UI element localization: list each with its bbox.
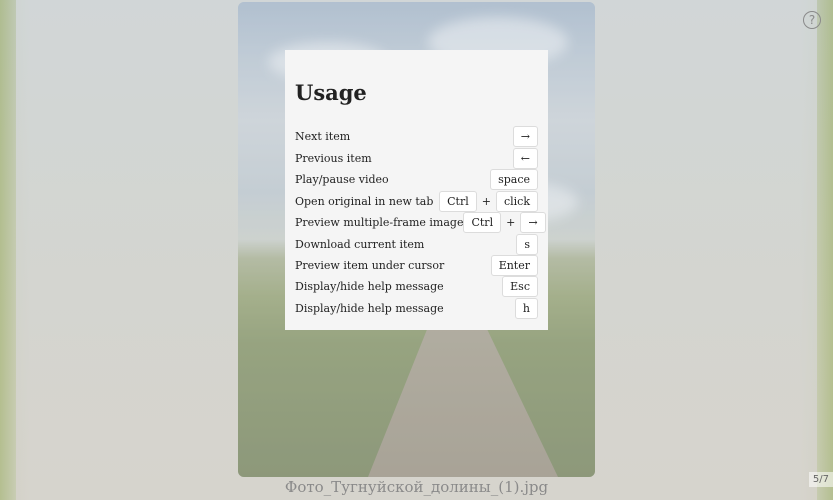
plus-sign: + [481, 195, 491, 208]
help-row-keys: space [490, 169, 538, 190]
help-row-description: Display/hide help message [295, 302, 444, 315]
keyboard-key: s [516, 234, 538, 255]
help-row: Next item → [295, 126, 538, 147]
help-row-keys: Enter [490, 255, 538, 276]
photo-caption: Фото_Тугнуйской_долины_(1).jpg [284, 478, 549, 496]
help-row-description: Preview item under cursor [295, 259, 445, 272]
keyboard-key: Ctrl [463, 212, 502, 233]
keyboard-key: Esc [502, 276, 538, 297]
question-circle-icon[interactable]: ? [803, 11, 821, 29]
help-row-description: Play/pause video [295, 173, 389, 186]
help-row-description: Open original in new tab [295, 195, 434, 208]
help-row: Preview item under cursor Enter [295, 255, 538, 276]
help-row: Display/hide help message Esc [295, 276, 538, 297]
help-row-keys: Ctrl + click [439, 191, 538, 212]
help-row-description: Display/hide help message [295, 280, 444, 293]
help-row: Play/pause video space [295, 169, 538, 190]
keyboard-key: → [512, 126, 538, 147]
help-row: Open original in new tab Ctrl + click [295, 191, 538, 212]
help-row-keys: ← [512, 148, 538, 169]
help-row-keys: Esc [502, 276, 538, 297]
help-row: Previous item ← [295, 148, 538, 169]
keyboard-key: ← [512, 148, 538, 169]
help-row-description: Previous item [295, 152, 372, 165]
keyboard-key: space [490, 169, 538, 190]
help-row-keys: Ctrl + → [463, 212, 546, 233]
help-row-keys: s [516, 234, 538, 255]
help-row: Preview multiple-frame image Ctrl + → [295, 212, 546, 233]
keyboard-key: h [514, 298, 538, 319]
keyboard-key: Enter [490, 255, 538, 276]
help-row-description: Preview multiple-frame image [295, 216, 464, 229]
item-counter: 5/7 [808, 472, 833, 487]
plus-sign: + [506, 216, 516, 229]
help-row: Display/hide help message h [295, 298, 538, 319]
help-dialog: Usage Next item → Previous item ← Play/pause… [285, 50, 548, 330]
help-row-description: Download current item [295, 238, 425, 251]
help-title: Usage [295, 80, 367, 105]
keyboard-key: → [520, 212, 546, 233]
help-row-description: Next item [295, 130, 351, 143]
help-row: Download current item s [295, 234, 538, 255]
help-row-keys: → [512, 126, 538, 147]
keyboard-key: Ctrl [439, 191, 477, 212]
keyboard-key: click [495, 191, 538, 212]
help-row-keys: h [514, 298, 538, 319]
